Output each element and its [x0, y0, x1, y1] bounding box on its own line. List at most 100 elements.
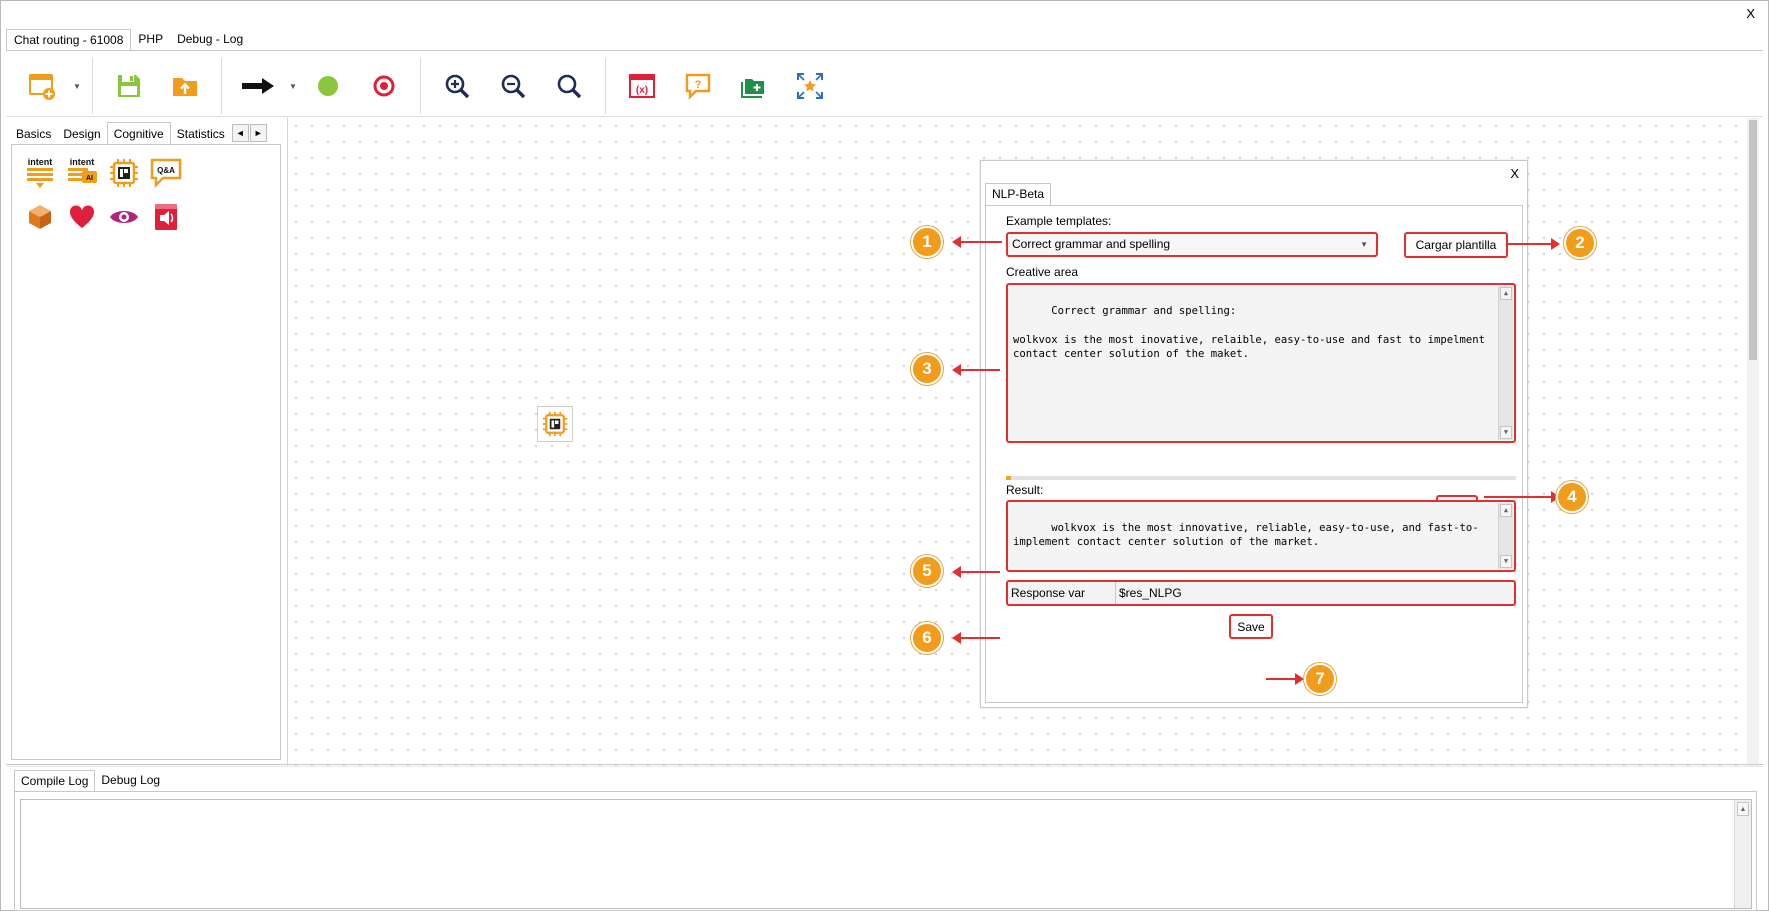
- template-select[interactable]: Correct grammar and spelling ▼: [1006, 232, 1378, 257]
- qa-label: Q&A: [157, 166, 175, 175]
- result-label: Result:: [1006, 483, 1044, 497]
- callout-arrow-3: [952, 364, 1000, 376]
- callout-7: 7: [1304, 663, 1336, 695]
- add-folder-button[interactable]: [726, 58, 782, 114]
- start-button[interactable]: [300, 58, 356, 114]
- sentiment-component[interactable]: [64, 199, 100, 235]
- example-templates-label: Example templates:: [1006, 214, 1112, 228]
- tab-statistics[interactable]: Statistics: [171, 124, 231, 144]
- upload-folder-icon: [173, 78, 197, 96]
- zoom-in-button[interactable]: [429, 58, 485, 114]
- creative-area-input[interactable]: Correct grammar and spelling: wolkvox is…: [1006, 283, 1516, 443]
- intent-icon: intent: [27, 157, 53, 188]
- creative-area-scrollbar[interactable]: ▲ ▼: [1498, 286, 1513, 440]
- canvas-vertical-scrollbar[interactable]: [1747, 118, 1759, 766]
- new-flow-button[interactable]: [14, 58, 70, 114]
- tabs-scroll-right-button[interactable]: ►: [249, 124, 267, 142]
- component-panel: Basics Design Cognitive Statistics ◄ ► i…: [10, 122, 282, 762]
- result-output[interactable]: wolkvox is the most innovative, reliable…: [1006, 500, 1516, 572]
- fit-screen-button[interactable]: [782, 58, 838, 114]
- nlp-chip-component[interactable]: [106, 155, 142, 191]
- template-select-value: Correct grammar and spelling: [1012, 237, 1171, 251]
- creative-area-label: Creative area: [1006, 265, 1079, 279]
- tab-compile-log[interactable]: Compile Log: [14, 770, 96, 792]
- load-template-button[interactable]: Cargar plantilla: [1404, 232, 1508, 258]
- cube-component[interactable]: [22, 199, 58, 235]
- nlp-node[interactable]: [537, 406, 573, 442]
- log-scrollbar[interactable]: ▲: [1734, 800, 1751, 908]
- svg-text:?: ?: [695, 79, 702, 91]
- new-flow-icon: [29, 74, 55, 100]
- creative-area-text: Correct grammar and spelling: wolkvox is…: [1013, 304, 1485, 361]
- tab-debug-log[interactable]: Debug - Log: [170, 29, 250, 51]
- tab-debug-log-bottom[interactable]: Debug Log: [95, 770, 166, 792]
- callout-2: 2: [1564, 227, 1596, 259]
- eye-icon: [110, 211, 138, 223]
- callout-6: 6: [911, 622, 943, 654]
- save-button[interactable]: [101, 58, 157, 114]
- new-flow-dropdown[interactable]: ▼: [70, 58, 84, 114]
- connector-dropdown[interactable]: ▼: [286, 58, 300, 114]
- speech-component[interactable]: [148, 199, 184, 235]
- tab-chat-routing[interactable]: Chat routing - 61008: [6, 29, 132, 51]
- intent-ai-component[interactable]: intent AI: [64, 155, 100, 191]
- zoom-out-button[interactable]: [485, 58, 541, 114]
- tabs-scroll-left-button[interactable]: ◄: [231, 124, 249, 142]
- tab-cognitive[interactable]: Cognitive: [106, 122, 171, 144]
- intent-component[interactable]: intent: [22, 155, 58, 191]
- intent-label: intent: [28, 157, 53, 167]
- window-close-button[interactable]: X: [1746, 6, 1755, 21]
- add-folder-icon: [741, 79, 764, 98]
- heart-icon: [69, 205, 95, 228]
- compile-log-output[interactable]: ▲: [20, 799, 1752, 909]
- cube-icon: [29, 205, 51, 229]
- callout-arrow-4: [1484, 491, 1560, 503]
- chip-icon: [542, 411, 568, 437]
- qa-component[interactable]: Q&A: [148, 155, 184, 191]
- zoom-reset-button[interactable]: [541, 58, 597, 114]
- publish-button[interactable]: [157, 58, 213, 114]
- callout-arrow-7: [1266, 673, 1304, 685]
- panel-splitter[interactable]: [6, 764, 1763, 767]
- callout-arrow-2: [1508, 238, 1560, 250]
- svg-text:(x): (x): [636, 85, 648, 96]
- callout-5: 5: [911, 555, 943, 587]
- variables-icon: (x): [629, 74, 655, 98]
- response-var-input[interactable]: $res_NLPG: [1116, 586, 1514, 600]
- callout-4: 4: [1556, 481, 1588, 513]
- callout-arrow-1: [952, 236, 1002, 248]
- response-var-label: Response var: [1008, 582, 1116, 604]
- vision-component[interactable]: [106, 199, 142, 235]
- intent-ai-label: intent: [70, 157, 95, 167]
- fit-screen-star-icon: [797, 73, 823, 99]
- generation-progress-bar: [1006, 476, 1516, 480]
- main-toolbar: ▼ ▼ (x) ?: [14, 58, 838, 114]
- chip-icon: [110, 159, 138, 187]
- dialog-close-button[interactable]: X: [1510, 166, 1519, 181]
- speaker-icon: [155, 204, 177, 230]
- tab-design[interactable]: Design: [57, 124, 106, 144]
- tab-nlp-beta[interactable]: NLP-Beta: [985, 183, 1052, 205]
- help-chat-button[interactable]: ?: [670, 58, 726, 114]
- zoom-icon: [557, 74, 582, 99]
- top-tab-bar: Chat routing - 61008 PHP Debug - Log: [6, 29, 250, 51]
- nlp-beta-dialog: X NLP-Beta Example templates: Correct gr…: [980, 160, 1528, 708]
- variables-button[interactable]: (x): [614, 58, 670, 114]
- callout-arrow-5: [952, 566, 1000, 578]
- result-scrollbar[interactable]: ▲ ▼: [1498, 503, 1513, 569]
- callout-3: 3: [911, 353, 943, 385]
- stop-target-icon: [373, 75, 395, 97]
- tab-basics[interactable]: Basics: [10, 124, 57, 144]
- response-var-row: Response var $res_NLPG: [1006, 580, 1516, 606]
- tab-php[interactable]: PHP: [131, 29, 170, 51]
- arrow-right-icon: [242, 78, 274, 94]
- save-icon: [118, 75, 140, 97]
- end-button[interactable]: [356, 58, 412, 114]
- callout-1: 1: [911, 226, 943, 258]
- connector-button[interactable]: [230, 58, 286, 114]
- zoom-out-icon: [501, 74, 526, 99]
- save-dialog-button[interactable]: Save: [1229, 614, 1273, 639]
- ai-badge: AI: [86, 175, 93, 182]
- start-circle-icon: [318, 76, 338, 96]
- qa-bubble-icon: Q&A: [150, 158, 182, 189]
